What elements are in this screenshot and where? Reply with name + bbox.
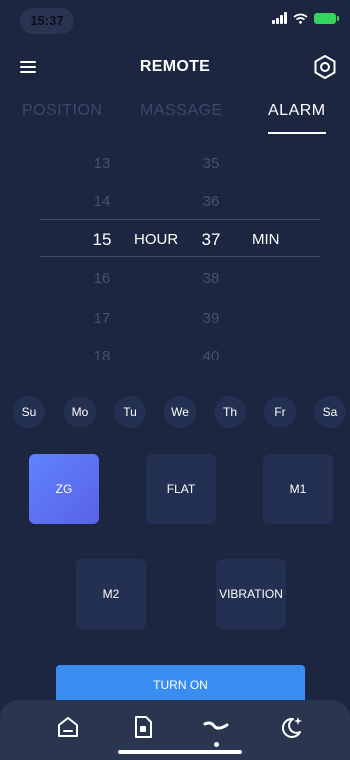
picker-row: 18 40 [0,338,350,360]
home-indicator [118,750,242,754]
bed-position-icon[interactable] [203,714,229,740]
settings-hex-icon[interactable] [312,54,338,80]
day-sunday[interactable]: Su [13,396,45,428]
moon-sparkle-icon[interactable] [278,714,304,740]
picker-row: 17 39 [0,300,350,338]
turn-on-button[interactable]: TURN ON [56,665,305,705]
picker-row: 13 35 [0,145,350,183]
hour-option[interactable]: 18 [82,338,122,360]
wifi-icon [293,13,308,24]
hour-option[interactable]: 14 [82,183,122,221]
selection-line-bottom [40,256,320,257]
signal-icon [272,12,287,24]
minute-option[interactable]: 39 [191,300,231,338]
mode-m2-button[interactable]: M2 [76,559,146,629]
tab-massage[interactable]: MASSAGE [140,102,223,120]
minute-option[interactable]: 35 [191,145,231,183]
home-icon[interactable] [55,714,81,740]
minute-option[interactable]: 36 [191,183,231,221]
picker-row: 14 36 [0,183,350,221]
repeat-days: Su Mo Tu We Th Fr Sa [0,396,350,430]
minute-option[interactable]: 40 [191,338,231,360]
tab-alarm[interactable]: ALARM [268,102,326,120]
hour-option[interactable]: 17 [82,300,122,338]
mode-flat-button[interactable]: FLAT [146,454,216,524]
hour-option[interactable]: 16 [82,260,122,298]
minute-option[interactable]: 38 [191,260,231,298]
alarm-time-picker[interactable]: 13 35 14 36 15 HOUR 37 MIN 16 38 17 39 1… [0,142,350,360]
status-bar: 15:37 [0,0,350,42]
minute-unit-label: MIN [252,231,280,248]
selected-hour[interactable]: 15 [82,221,122,259]
day-wednesday[interactable]: We [164,396,196,428]
page-title: REMOTE [139,58,211,75]
day-tuesday[interactable]: Tu [114,396,146,428]
selection-line-top [40,219,320,220]
tab-position[interactable]: POSITION [22,102,102,120]
mode-m1-button[interactable]: M1 [263,454,333,524]
hour-option[interactable]: 13 [82,145,122,183]
mode-zg-button[interactable]: ZG [29,454,99,524]
active-tab-indicator [268,132,326,134]
header: REMOTE [0,48,350,88]
day-monday[interactable]: Mo [64,396,96,428]
status-time: 15:37 [20,8,74,34]
mode-vibration-button[interactable]: VIBRATION [216,559,286,629]
selected-minute[interactable]: 37 [191,221,231,259]
active-nav-indicator [214,742,219,747]
picker-row: 16 38 [0,260,350,298]
picker-row-selected: 15 HOUR 37 MIN [0,221,350,259]
battery-icon [314,12,339,24]
day-friday[interactable]: Fr [264,396,296,428]
document-icon[interactable] [130,714,156,740]
day-saturday[interactable]: Sa [314,396,346,428]
day-thursday[interactable]: Th [214,396,246,428]
hour-unit-label: HOUR [134,231,179,248]
status-icons [272,12,339,24]
